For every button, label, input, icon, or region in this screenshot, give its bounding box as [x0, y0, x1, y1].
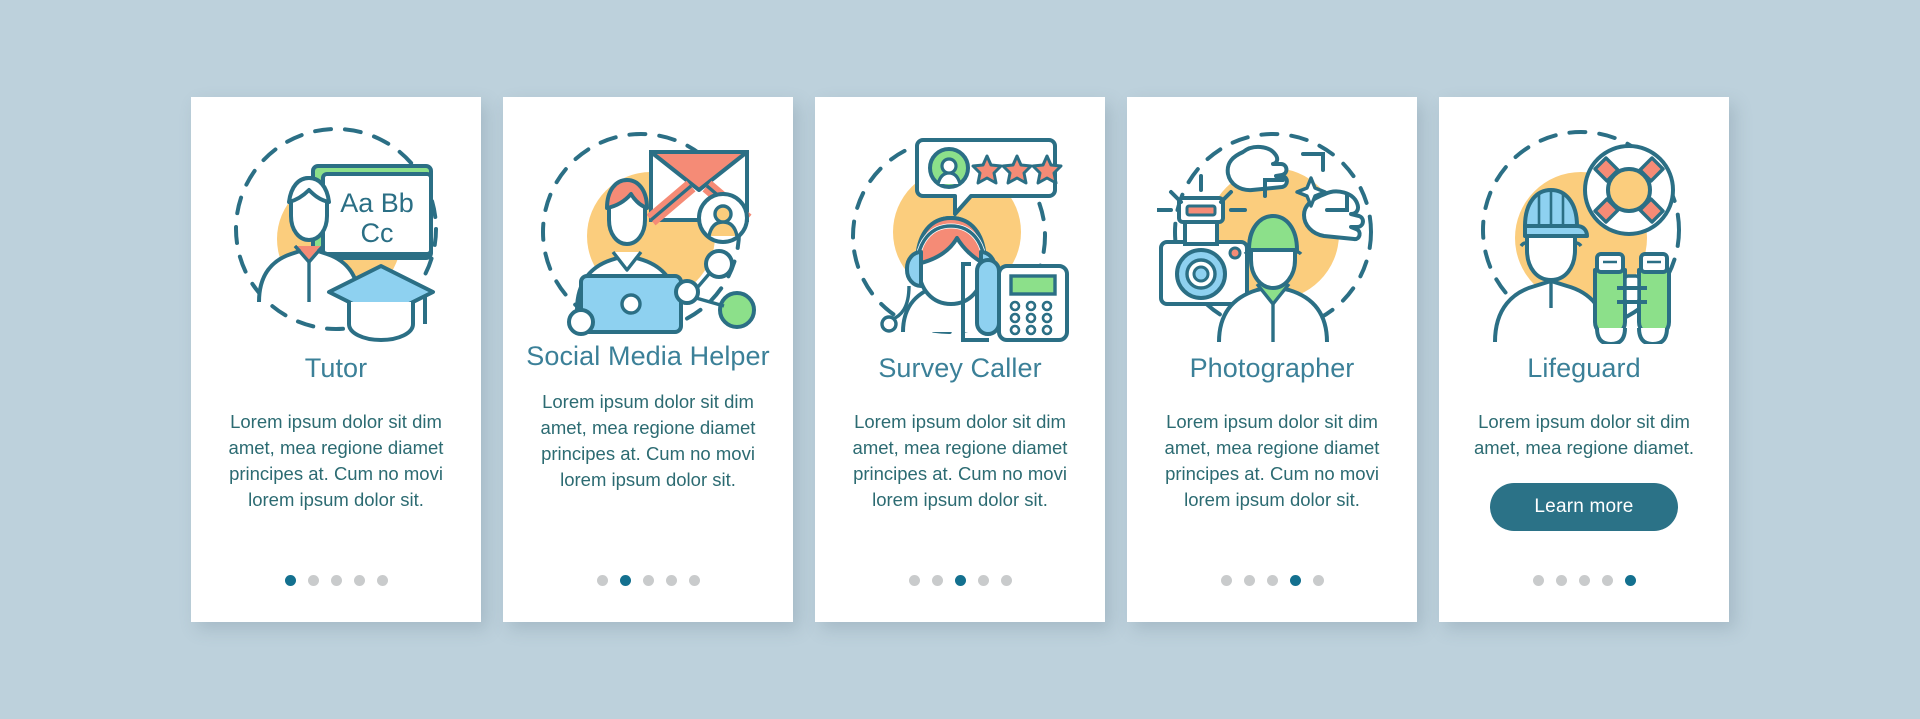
pagination-dot-3[interactable] [954, 575, 966, 586]
onboarding-card-photographer: Photographer Lorem ipsum dolor sit dim a… [1127, 97, 1417, 622]
pagination-dot-1[interactable] [1532, 575, 1544, 586]
pagination-dot-5[interactable] [1624, 575, 1636, 586]
pagination-dot-2[interactable] [931, 575, 943, 586]
card-description: Lorem ipsum dolor sit dim amet, mea regi… [228, 411, 444, 510]
pagination-dots [1439, 575, 1729, 586]
pagination-dots [815, 575, 1105, 586]
onboarding-card-survey-caller: Survey Caller Lorem ipsum dolor sit dim … [815, 97, 1105, 622]
pagination-dot-3[interactable] [1266, 575, 1278, 586]
pagination-dots [503, 575, 793, 586]
pagination-dot-1[interactable] [1220, 575, 1232, 586]
cta-container: Learn more [1439, 483, 1729, 531]
card-title: Survey Caller [878, 353, 1042, 383]
pagination-dot-5[interactable] [1312, 575, 1324, 586]
card-title: Lifeguard [1527, 353, 1641, 383]
pagination-dot-5[interactable] [1000, 575, 1012, 586]
card-description: Lorem ipsum dolor sit dim amet, mea regi… [540, 391, 756, 490]
chalkboard-text-line1: Aa Bb [340, 188, 414, 218]
pagination-dot-3[interactable] [642, 575, 654, 586]
chalkboard-text-line2: Cc [361, 218, 394, 248]
onboarding-card-lifeguard: Lifeguard Lorem ipsum dolor sit dim amet… [1439, 97, 1729, 622]
learn-more-button[interactable]: Learn more [1490, 483, 1678, 531]
onboarding-card-social-media-helper: Social Media Helper Lorem ipsum dolor si… [503, 97, 793, 622]
card-description: Lorem ipsum dolor sit dim amet, mea regi… [1164, 411, 1380, 510]
card-title: Photographer [1189, 353, 1355, 383]
pagination-dot-4[interactable] [665, 575, 677, 586]
card-title: Tutor [304, 353, 368, 383]
tutor-chalkboard-icon: Aa Bb Cc [191, 97, 481, 347]
lifeguard-ring-icon [1439, 97, 1729, 347]
card-description: Lorem ipsum dolor sit dim amet, mea regi… [852, 411, 1068, 510]
pagination-dot-2[interactable] [1243, 575, 1255, 586]
social-media-laptop-icon [503, 97, 793, 347]
pagination-dot-5[interactable] [688, 575, 700, 586]
card-description: Lorem ipsum dolor sit dim amet, mea regi… [1473, 411, 1695, 458]
pagination-dot-1[interactable] [596, 575, 608, 586]
onboarding-card-tutor: Aa Bb Cc Tutor Lorem ipsum dolor sit dim… [191, 97, 481, 622]
pagination-dot-2[interactable] [619, 575, 631, 586]
pagination-dot-4[interactable] [1289, 575, 1301, 586]
pagination-dot-5[interactable] [376, 575, 388, 586]
pagination-dots [1127, 575, 1417, 586]
pagination-dot-4[interactable] [353, 575, 365, 586]
pagination-dots [191, 575, 481, 586]
onboarding-screens-container: Aa Bb Cc Tutor Lorem ipsum dolor sit dim… [0, 0, 1920, 719]
pagination-dot-3[interactable] [1578, 575, 1590, 586]
pagination-dot-2[interactable] [1555, 575, 1567, 586]
photographer-camera-icon [1127, 97, 1417, 347]
card-title: Social Media Helper [526, 341, 770, 371]
pagination-dot-1[interactable] [908, 575, 920, 586]
survey-caller-headset-icon [815, 97, 1105, 347]
pagination-dot-4[interactable] [977, 575, 989, 586]
pagination-dot-4[interactable] [1601, 575, 1613, 586]
pagination-dot-2[interactable] [307, 575, 319, 586]
pagination-dot-3[interactable] [330, 575, 342, 586]
pagination-dot-1[interactable] [284, 575, 296, 586]
